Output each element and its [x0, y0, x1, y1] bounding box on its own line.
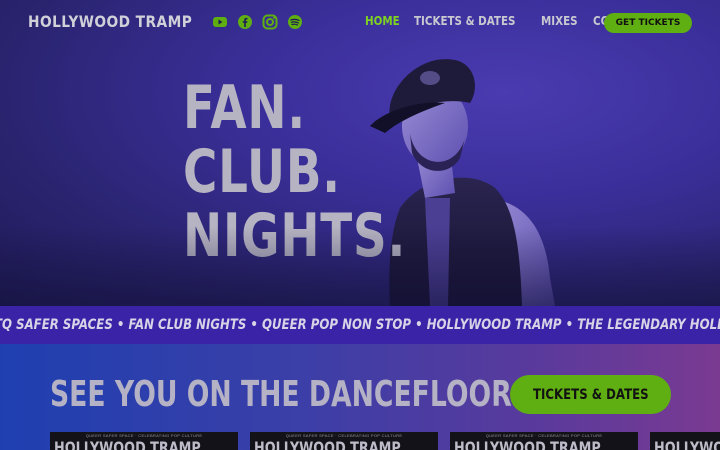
tickets-dates-button-label: TICKETS & DATES — [532, 386, 649, 403]
get-tickets-button[interactable]: GET TICKETS — [604, 13, 692, 33]
event-cards: QUEER SAFER SPACE · CELEBRATING POP CULT… — [0, 432, 720, 450]
hero-section: HOLLYWOOD TRAMP HOME TICKETS & DATES MIX… — [0, 0, 720, 306]
instagram-icon[interactable] — [262, 14, 278, 30]
hero-headline: FAN. CLUB. NIGHTS. — [183, 76, 406, 268]
tickets-dates-button[interactable]: TICKETS & DATES — [510, 375, 671, 414]
headline-line-2: CLUB. — [183, 137, 341, 207]
spotify-icon[interactable] — [287, 14, 303, 30]
event-card[interactable]: QUEER SAFER SPACE · CELEBRATING POP CULT… — [50, 432, 238, 450]
headline-line-3: NIGHTS. — [183, 201, 407, 271]
nav-home[interactable]: HOME — [365, 14, 400, 28]
event-card-name: HOLLYWOOD TRAMP — [654, 438, 720, 450]
event-card[interactable]: QUEER SAFER SPACE · CELEBRATING POP CULT… — [450, 432, 638, 450]
youtube-icon[interactable] — [212, 14, 228, 30]
ticker-text: TQ SAFER SPACES • FAN CLUB NIGHTS • QUEE… — [0, 317, 720, 333]
event-card-name: HOLLYWOOD TRAMP — [54, 438, 201, 450]
section-title: SEE YOU ON THE DANCEFLOOR — [50, 374, 512, 415]
event-card-name: HOLLYWOOD TRAMP — [454, 438, 601, 450]
event-card[interactable]: QUEER SAFER SPACE · CELEBRATING POP CULT… — [250, 432, 438, 450]
dancefloor-section: SEE YOU ON THE DANCEFLOOR TICKETS & DATE… — [0, 344, 720, 450]
nav-tickets-dates[interactable]: TICKETS & DATES — [414, 14, 515, 28]
facebook-icon[interactable] — [237, 14, 253, 30]
nav-mixes[interactable]: MIXES — [541, 14, 578, 28]
social-links — [212, 14, 303, 30]
site-logo[interactable]: HOLLYWOOD TRAMP — [28, 12, 192, 31]
event-card-name: HOLLYWOOD TRAMP — [254, 438, 401, 450]
marquee-ticker: TQ SAFER SPACES • FAN CLUB NIGHTS • QUEE… — [0, 306, 720, 344]
headline-line-1: FAN. — [183, 73, 306, 143]
event-card[interactable]: HOLLYWOOD TRAMP — [650, 432, 720, 450]
